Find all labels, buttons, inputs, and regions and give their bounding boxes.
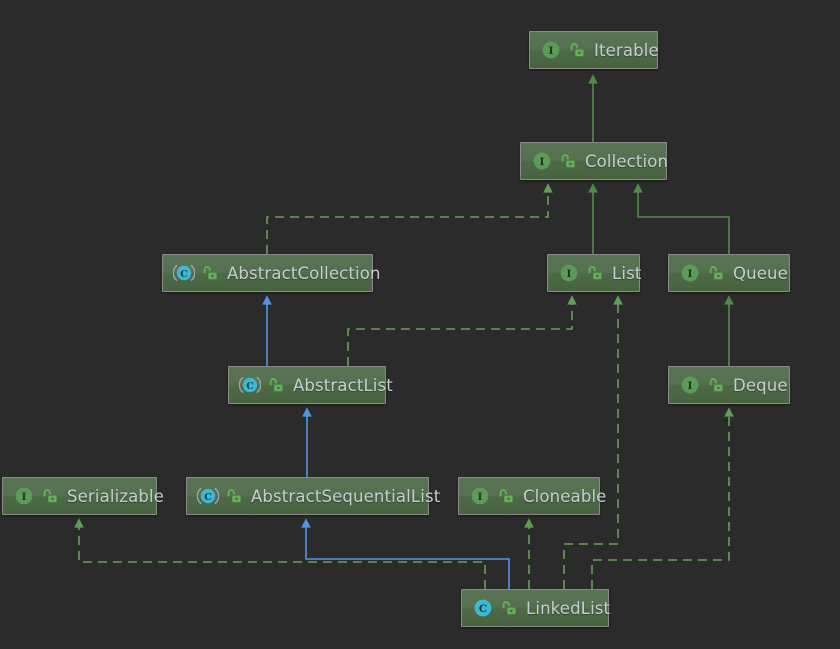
public-unlocked-padlock-icon bbox=[587, 265, 603, 281]
public-unlocked-padlock-icon bbox=[560, 153, 576, 169]
uml-node-serializable[interactable]: I Serializable bbox=[2, 477, 164, 515]
uml-node-label: AbstractList bbox=[293, 375, 393, 395]
interface-circle-i-icon: I bbox=[13, 485, 35, 507]
public-unlocked-padlock-icon bbox=[708, 265, 724, 281]
interface-circle-i-icon: I bbox=[531, 150, 553, 172]
uml-node-label: AbstractSequentialList bbox=[251, 486, 441, 506]
svg-text:C: C bbox=[204, 492, 212, 503]
edge-linkedlist-to-list bbox=[563, 295, 623, 589]
uml-node-label: Iterable bbox=[594, 40, 659, 60]
public-unlocked-padlock-icon bbox=[498, 488, 514, 504]
uml-node-label: AbstractCollection bbox=[227, 263, 381, 283]
public-unlocked-padlock-icon bbox=[268, 377, 284, 393]
public-unlocked-padlock-icon bbox=[501, 600, 517, 616]
edge-linkedlist-to-abstractsequentiallist bbox=[301, 518, 510, 589]
edge-linkedlist-to-serializable bbox=[74, 518, 486, 589]
public-unlocked-padlock-icon bbox=[42, 488, 58, 504]
uml-node-label: Cloneable bbox=[523, 486, 607, 506]
edge-abstractlist-to-list bbox=[347, 295, 577, 366]
svg-text:C: C bbox=[479, 603, 487, 615]
edge-linkedlist-to-deque bbox=[591, 407, 734, 589]
uml-node-iterable[interactable]: I Iterable bbox=[529, 31, 659, 69]
uml-node-abstract_list[interactable]: C AbstractList bbox=[228, 366, 393, 404]
edge-queue-to-collection bbox=[633, 183, 730, 254]
uml-node-label: Collection bbox=[585, 151, 669, 171]
public-unlocked-padlock-icon bbox=[226, 488, 242, 504]
uml-node-cloneable[interactable]: I Cloneable bbox=[458, 477, 606, 515]
svg-text:I: I bbox=[22, 491, 27, 503]
uml-node-label: Serializable bbox=[67, 486, 165, 506]
uml-node-collection[interactable]: I Collection bbox=[520, 142, 669, 180]
public-unlocked-padlock-icon bbox=[708, 377, 724, 393]
svg-text:C: C bbox=[246, 381, 254, 392]
edge-abstractcollection-to-collection bbox=[266, 183, 553, 254]
interface-circle-i-icon: I bbox=[540, 39, 562, 61]
svg-text:I: I bbox=[549, 45, 554, 57]
svg-text:I: I bbox=[540, 156, 545, 168]
uml-node-linked_list[interactable]: C LinkedList bbox=[461, 589, 611, 627]
uml-node-label: LinkedList bbox=[526, 598, 611, 618]
public-unlocked-padlock-icon bbox=[569, 42, 585, 58]
uml-node-label: List bbox=[612, 263, 642, 283]
uml-node-abstract_sequential_list[interactable]: C AbstractSequentialList bbox=[186, 477, 440, 515]
uml-node-abstract_collection[interactable]: C AbstractCollection bbox=[162, 254, 380, 292]
interface-circle-i-icon: I bbox=[558, 262, 580, 284]
uml-class-diagram: I Iterable I Collection C AbstractCollection I… bbox=[0, 0, 840, 649]
abstract-class-circle-c-icon: C bbox=[239, 374, 261, 396]
svg-text:C: C bbox=[180, 269, 188, 280]
uml-node-queue[interactable]: I Queue bbox=[668, 254, 790, 292]
uml-node-list[interactable]: I List bbox=[547, 254, 642, 292]
edge-layer bbox=[74, 74, 734, 589]
interface-circle-i-icon: I bbox=[679, 374, 701, 396]
svg-text:I: I bbox=[478, 491, 483, 503]
uml-node-deque[interactable]: I Deque bbox=[668, 366, 790, 404]
svg-text:I: I bbox=[567, 268, 572, 280]
uml-node-label: Deque bbox=[733, 375, 788, 395]
svg-text:I: I bbox=[688, 268, 693, 280]
class-circle-c-icon: C bbox=[472, 597, 494, 619]
public-unlocked-padlock-icon bbox=[202, 265, 218, 281]
interface-circle-i-icon: I bbox=[469, 485, 491, 507]
abstract-class-circle-c-icon: C bbox=[173, 262, 195, 284]
interface-circle-i-icon: I bbox=[679, 262, 701, 284]
abstract-class-circle-c-icon: C bbox=[197, 485, 219, 507]
svg-text:I: I bbox=[688, 380, 693, 392]
uml-node-label: Queue bbox=[733, 263, 788, 283]
